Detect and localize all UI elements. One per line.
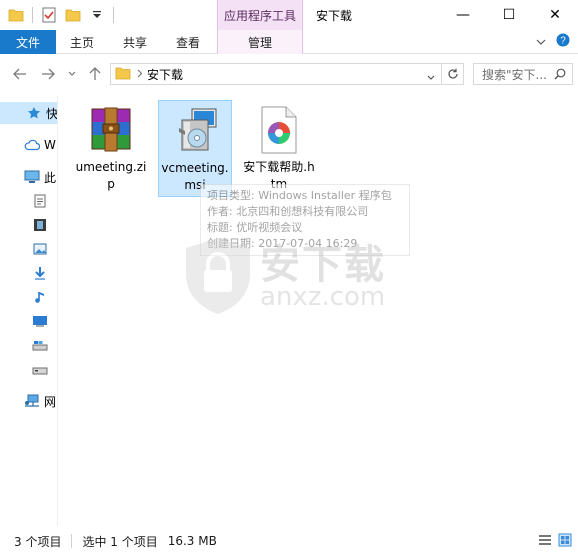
image-icon [32, 241, 48, 257]
status-size: 16.3 MB [167, 534, 217, 548]
nav-item-music[interactable] [0, 286, 48, 308]
star-icon [26, 105, 42, 121]
tab-manage[interactable]: 管理 [217, 30, 303, 54]
desktop-icon [32, 313, 48, 329]
html-document-icon [251, 102, 307, 158]
customize-toolbar-icon[interactable] [87, 6, 107, 24]
details-view-icon[interactable] [538, 533, 552, 550]
minimize-button[interactable]: — [440, 0, 486, 30]
watermark-domain: anxz.com [260, 282, 386, 312]
toolbar-divider [32, 7, 33, 23]
network-icon [24, 393, 40, 409]
refresh-icon[interactable] [441, 64, 463, 84]
drive-icon [32, 337, 48, 353]
window-controls: — ☐ ✕ [440, 0, 578, 30]
status-divider [71, 534, 73, 548]
nav-item-local-disk-d[interactable] [0, 358, 48, 380]
nav-item-documents[interactable] [0, 190, 48, 212]
tooltip-author: 作者: 北京四和创想科技有限公司 [207, 205, 369, 218]
folder-icon [115, 66, 131, 83]
file-item-msi[interactable]: vcmeeting.msi [158, 100, 232, 197]
chevron-down-icon[interactable] [536, 35, 546, 49]
tooltip-item-type: 项目类型: Windows Installer 程序包 [207, 189, 392, 202]
nav-item-this-pc[interactable]: 此 [0, 166, 56, 188]
watermark-logo: 安下载 anxz.com [178, 232, 418, 322]
ribbon-controls: ? [536, 33, 570, 50]
nav-item-desktop[interactable] [0, 310, 48, 332]
back-arrow-icon[interactable] [10, 64, 30, 84]
search-placeholder: 搜索"安下... [482, 67, 547, 82]
status-item-count: 3 个项目 [14, 534, 62, 549]
tab-share[interactable]: 共享 [113, 30, 157, 54]
search-input[interactable]: 搜索"安下... [473, 63, 573, 85]
tab-view[interactable]: 查看 [166, 30, 210, 54]
up-arrow-icon[interactable] [85, 64, 105, 84]
new-folder-icon[interactable] [63, 6, 83, 24]
music-icon [32, 289, 48, 305]
forward-arrow-icon[interactable] [38, 64, 58, 84]
window-title: 安下载 [316, 9, 353, 23]
cloud-icon [24, 137, 40, 153]
close-button[interactable]: ✕ [532, 0, 578, 30]
properties-icon[interactable] [39, 6, 59, 24]
film-icon [32, 217, 48, 233]
chevron-right-icon[interactable] [137, 67, 143, 81]
address-path: 安下载 [147, 67, 184, 82]
nav-item-pictures[interactable] [0, 238, 48, 260]
shield-lock-icon [186, 238, 250, 314]
winrar-archive-icon [83, 102, 139, 158]
address-dropdown-icon[interactable] [427, 70, 435, 84]
view-buttons [538, 533, 572, 550]
quick-access-toolbar [6, 6, 116, 24]
nav-item-downloads[interactable] [0, 262, 48, 284]
file-name: umeeting.zip [75, 160, 147, 191]
address-row: 安下载 搜索"安下... [0, 60, 578, 88]
ribbon-tabs: 文件 主页 共享 查看 管理 ? [0, 30, 578, 54]
title-bar: 应用程序工具 安下载 — ☐ ✕ [0, 0, 578, 30]
navigation-pane: 快 W 此 网 [0, 96, 58, 526]
folder-icon[interactable] [6, 6, 26, 24]
toolbar-divider [113, 7, 114, 23]
tab-file[interactable]: 文件 [0, 30, 56, 54]
nav-item-videos[interactable] [0, 214, 48, 236]
file-item-zip[interactable]: umeeting.zip [75, 102, 147, 193]
drive-icon [32, 361, 48, 377]
address-bar[interactable]: 安下载 [110, 63, 464, 85]
file-item-htm[interactable]: 安下载帮助.htm [243, 102, 315, 193]
help-icon[interactable]: ? [556, 33, 570, 50]
nav-item-local-disk-c[interactable] [0, 334, 48, 356]
recent-locations-icon[interactable] [62, 64, 82, 84]
maximize-button[interactable]: ☐ [486, 0, 532, 30]
status-selected: 选中 1 个项目 [82, 534, 158, 549]
nav-item-network[interactable]: 网 [0, 390, 56, 412]
svg-text:?: ? [560, 36, 566, 47]
nav-item-onedrive[interactable]: W [0, 134, 56, 156]
doc-icon [32, 193, 48, 209]
search-icon[interactable] [554, 68, 566, 83]
download-icon [32, 265, 48, 281]
computer-icon [24, 169, 40, 185]
nav-item-quick-access[interactable]: 快 [0, 102, 57, 124]
tab-home[interactable]: 主页 [60, 30, 104, 54]
large-icons-view-icon[interactable] [558, 533, 572, 550]
context-tab-header: 应用程序工具 [217, 0, 303, 30]
status-bar: 3 个项目 选中 1 个项目 16.3 MB [0, 530, 578, 552]
installer-package-icon [167, 103, 223, 159]
